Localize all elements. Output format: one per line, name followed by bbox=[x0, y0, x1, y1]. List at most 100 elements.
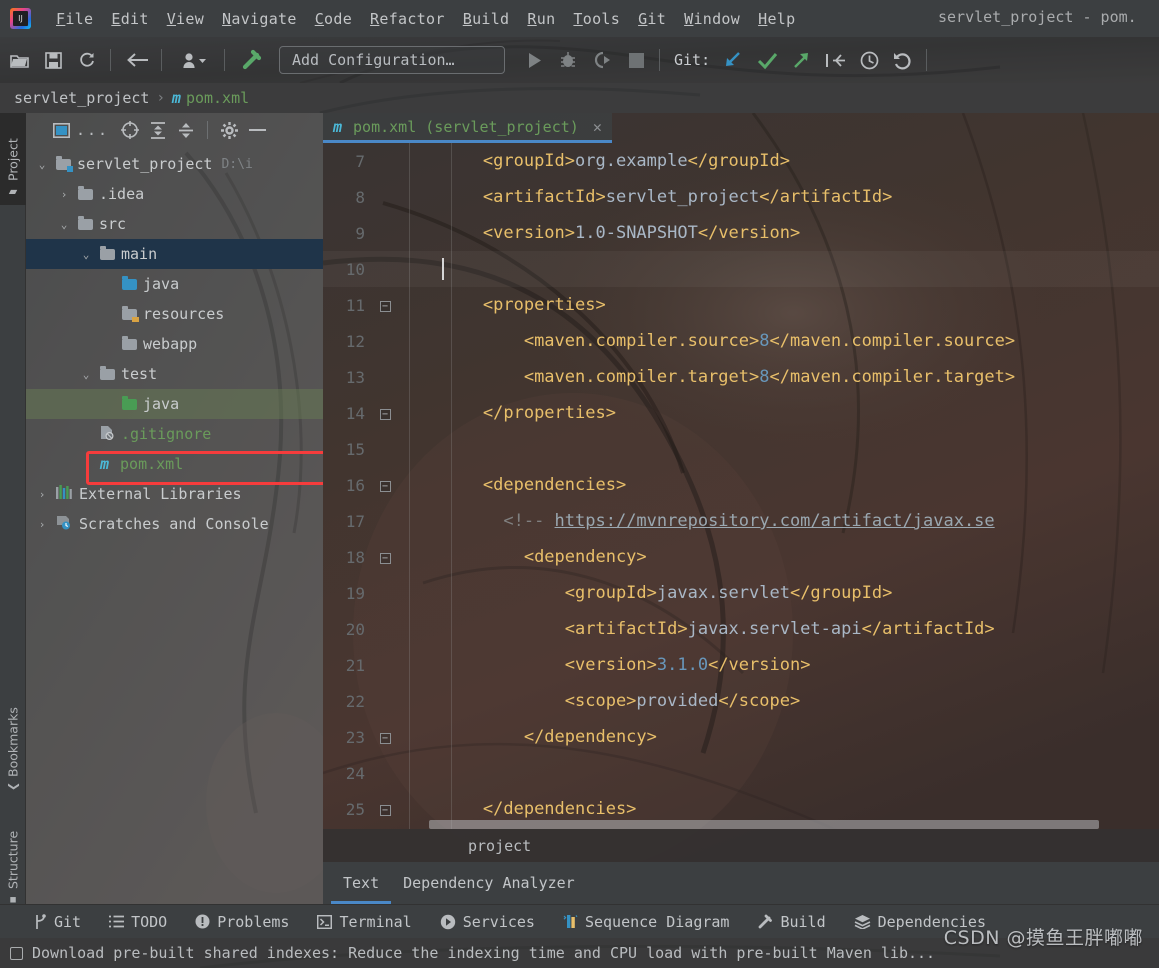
tree-node-external-libraries[interactable]: › External Libraries bbox=[26, 479, 323, 509]
menu-item-refactor[interactable]: Refactor bbox=[361, 8, 454, 30]
run-with-coverage-icon[interactable] bbox=[587, 45, 617, 75]
tree-node--gitignore[interactable]: .gitignore bbox=[26, 419, 323, 449]
code-line-15[interactable]: 15 bbox=[323, 431, 1159, 467]
chevron-collapsed-icon[interactable]: › bbox=[56, 188, 72, 201]
code-line-16[interactable]: 16− <dependencies> bbox=[323, 467, 1159, 503]
menu-item-build[interactable]: Build bbox=[454, 8, 519, 30]
menu-item-git[interactable]: Git bbox=[629, 8, 675, 30]
menu-item-tools[interactable]: Tools bbox=[564, 8, 629, 30]
code-line-22[interactable]: 22 <scope>provided</scope> bbox=[323, 683, 1159, 719]
toolwindow-services[interactable]: Services bbox=[440, 913, 535, 931]
fold-marker[interactable]: − bbox=[375, 479, 395, 492]
tree-node-java[interactable]: java bbox=[26, 389, 323, 419]
stop-square-icon[interactable] bbox=[621, 45, 651, 75]
tree-node-src[interactable]: ⌄ src bbox=[26, 209, 323, 239]
code-content[interactable]: 7 <groupId>org.example</groupId> 8 <artif… bbox=[323, 143, 1159, 829]
toolwindow-build[interactable]: Build bbox=[757, 913, 826, 931]
toolwindow-terminal[interactable]: Terminal bbox=[317, 913, 412, 931]
expand-all-icon[interactable] bbox=[145, 117, 171, 143]
project-panel-ellipsis[interactable]: ... bbox=[76, 121, 109, 139]
breadcrumb-project[interactable]: servlet_project bbox=[14, 89, 149, 107]
code-line-8[interactable]: 8 <artifactId>servlet_project</artifactI… bbox=[323, 179, 1159, 215]
fold-marker[interactable]: − bbox=[375, 803, 395, 816]
push-arrow-icon[interactable] bbox=[786, 45, 816, 75]
tree-node-resources[interactable]: resources bbox=[26, 299, 323, 329]
toolwindow-git[interactable]: Git bbox=[34, 913, 81, 931]
code-line-9[interactable]: 9 <version>1.0-SNAPSHOT</version> bbox=[323, 215, 1159, 251]
tab-text[interactable]: Text bbox=[330, 862, 392, 904]
hammer-icon[interactable] bbox=[237, 45, 267, 75]
sidebar-item-structure[interactable]: ▪ Structure bbox=[0, 803, 26, 913]
commit-checkmark-icon[interactable] bbox=[752, 45, 782, 75]
menu-item-view[interactable]: View bbox=[158, 8, 213, 30]
undo-icon[interactable] bbox=[888, 45, 918, 75]
minimize-icon[interactable] bbox=[244, 117, 270, 143]
play-icon[interactable] bbox=[519, 45, 549, 75]
code-line-12[interactable]: 12 <maven.compiler.source>8</maven.compi… bbox=[323, 323, 1159, 359]
code-line-17[interactable]: 17 <!-- https://mvnrepository.com/artifa… bbox=[323, 503, 1159, 539]
status-message[interactable]: Download pre-built shared indexes: Reduc… bbox=[32, 944, 935, 962]
sidebar-item-project[interactable]: ▰ Project bbox=[0, 113, 26, 205]
branch-merge-icon[interactable] bbox=[820, 45, 850, 75]
bug-icon[interactable] bbox=[553, 45, 583, 75]
code-line-10[interactable]: 10 bbox=[323, 251, 1159, 287]
tree-node-webapp[interactable]: webapp bbox=[26, 329, 323, 359]
target-crosshair-icon[interactable] bbox=[117, 117, 143, 143]
tree-node-java[interactable]: java bbox=[26, 269, 323, 299]
scrollbar-thumb[interactable] bbox=[429, 820, 1099, 829]
fold-marker[interactable]: − bbox=[375, 731, 395, 744]
fold-marker[interactable]: − bbox=[375, 299, 395, 312]
code-line-18[interactable]: 18− <dependency> bbox=[323, 539, 1159, 575]
clock-history-icon[interactable] bbox=[854, 45, 884, 75]
code-line-11[interactable]: 11− <properties> bbox=[323, 287, 1159, 323]
code-line-20[interactable]: 20 <artifactId>javax.servlet-api</artifa… bbox=[323, 611, 1159, 647]
code-line-23[interactable]: 23− </dependency> bbox=[323, 719, 1159, 755]
arrow-left-icon[interactable] bbox=[123, 45, 153, 75]
code-line-24[interactable]: 24 bbox=[323, 755, 1159, 791]
tree-node--idea[interactable]: › .idea bbox=[26, 179, 323, 209]
notification-square-icon[interactable] bbox=[10, 946, 23, 960]
menu-item-code[interactable]: Code bbox=[306, 8, 361, 30]
chevron-expanded-icon[interactable]: ⌄ bbox=[56, 218, 72, 231]
project-tree[interactable]: ⌄ servlet_project D:\i › .idea ⌄ src ⌄ main java r… bbox=[26, 147, 323, 539]
chevron-collapsed-icon[interactable]: › bbox=[34, 518, 50, 531]
tree-node-test[interactable]: ⌄ test bbox=[26, 359, 323, 389]
refresh-icon[interactable] bbox=[72, 45, 102, 75]
menu-item-window[interactable]: Window bbox=[675, 8, 749, 30]
window-view-icon[interactable] bbox=[48, 117, 74, 143]
editor-breadcrumb-label[interactable]: project bbox=[468, 837, 531, 855]
chevron-expanded-icon[interactable]: ⌄ bbox=[78, 368, 94, 381]
code-line-13[interactable]: 13 <maven.compiler.target>8</maven.compi… bbox=[323, 359, 1159, 395]
menu-item-navigate[interactable]: Navigate bbox=[213, 8, 306, 30]
toolwindow-problems[interactable]: Problems bbox=[195, 913, 289, 931]
tree-node-servlet-project[interactable]: ⌄ servlet_project D:\i bbox=[26, 149, 323, 179]
menu-item-run[interactable]: Run bbox=[518, 8, 564, 30]
user-icon[interactable] bbox=[174, 45, 216, 75]
fold-marker[interactable]: − bbox=[375, 551, 395, 564]
toolwindow-sequence-diagram[interactable]: Sequence Diagram bbox=[563, 913, 729, 931]
fold-marker[interactable]: − bbox=[375, 407, 395, 420]
close-x-icon[interactable]: ✕ bbox=[593, 118, 602, 136]
code-line-7[interactable]: 7 <groupId>org.example</groupId> bbox=[323, 143, 1159, 179]
menu-item-file[interactable]: File bbox=[47, 8, 102, 30]
menu-item-help[interactable]: Help bbox=[749, 8, 804, 30]
sidebar-item-bookmarks[interactable]: ❮ Bookmarks bbox=[0, 681, 26, 797]
gear-icon[interactable] bbox=[216, 117, 242, 143]
code-line-21[interactable]: 21 <version>3.1.0</version> bbox=[323, 647, 1159, 683]
save-icon[interactable] bbox=[38, 45, 68, 75]
code-line-14[interactable]: 14− </properties> bbox=[323, 395, 1159, 431]
menu-item-edit[interactable]: Edit bbox=[102, 8, 157, 30]
update-project-icon[interactable] bbox=[718, 45, 748, 75]
breadcrumb-file[interactable]: pom.xml bbox=[186, 89, 249, 107]
code-lines[interactable]: 7 <groupId>org.example</groupId> 8 <artif… bbox=[323, 143, 1159, 827]
run-configuration-selector[interactable]: Add Configuration… bbox=[279, 46, 505, 74]
code-line-19[interactable]: 19 <groupId>javax.servlet</groupId> bbox=[323, 575, 1159, 611]
tab-dependency-analyzer[interactable]: Dependency Analyzer bbox=[403, 862, 575, 904]
chevron-expanded-icon[interactable]: ⌄ bbox=[78, 248, 94, 261]
chevron-collapsed-icon[interactable]: › bbox=[34, 488, 50, 501]
toolwindow-todo[interactable]: TODO bbox=[109, 913, 167, 931]
chevron-expanded-icon[interactable]: ⌄ bbox=[34, 158, 50, 171]
horizontal-scrollbar[interactable] bbox=[429, 820, 1157, 829]
tree-node-main[interactable]: ⌄ main bbox=[26, 239, 323, 269]
tree-node-scratches-and-console[interactable]: › Scratches and Console bbox=[26, 509, 323, 539]
